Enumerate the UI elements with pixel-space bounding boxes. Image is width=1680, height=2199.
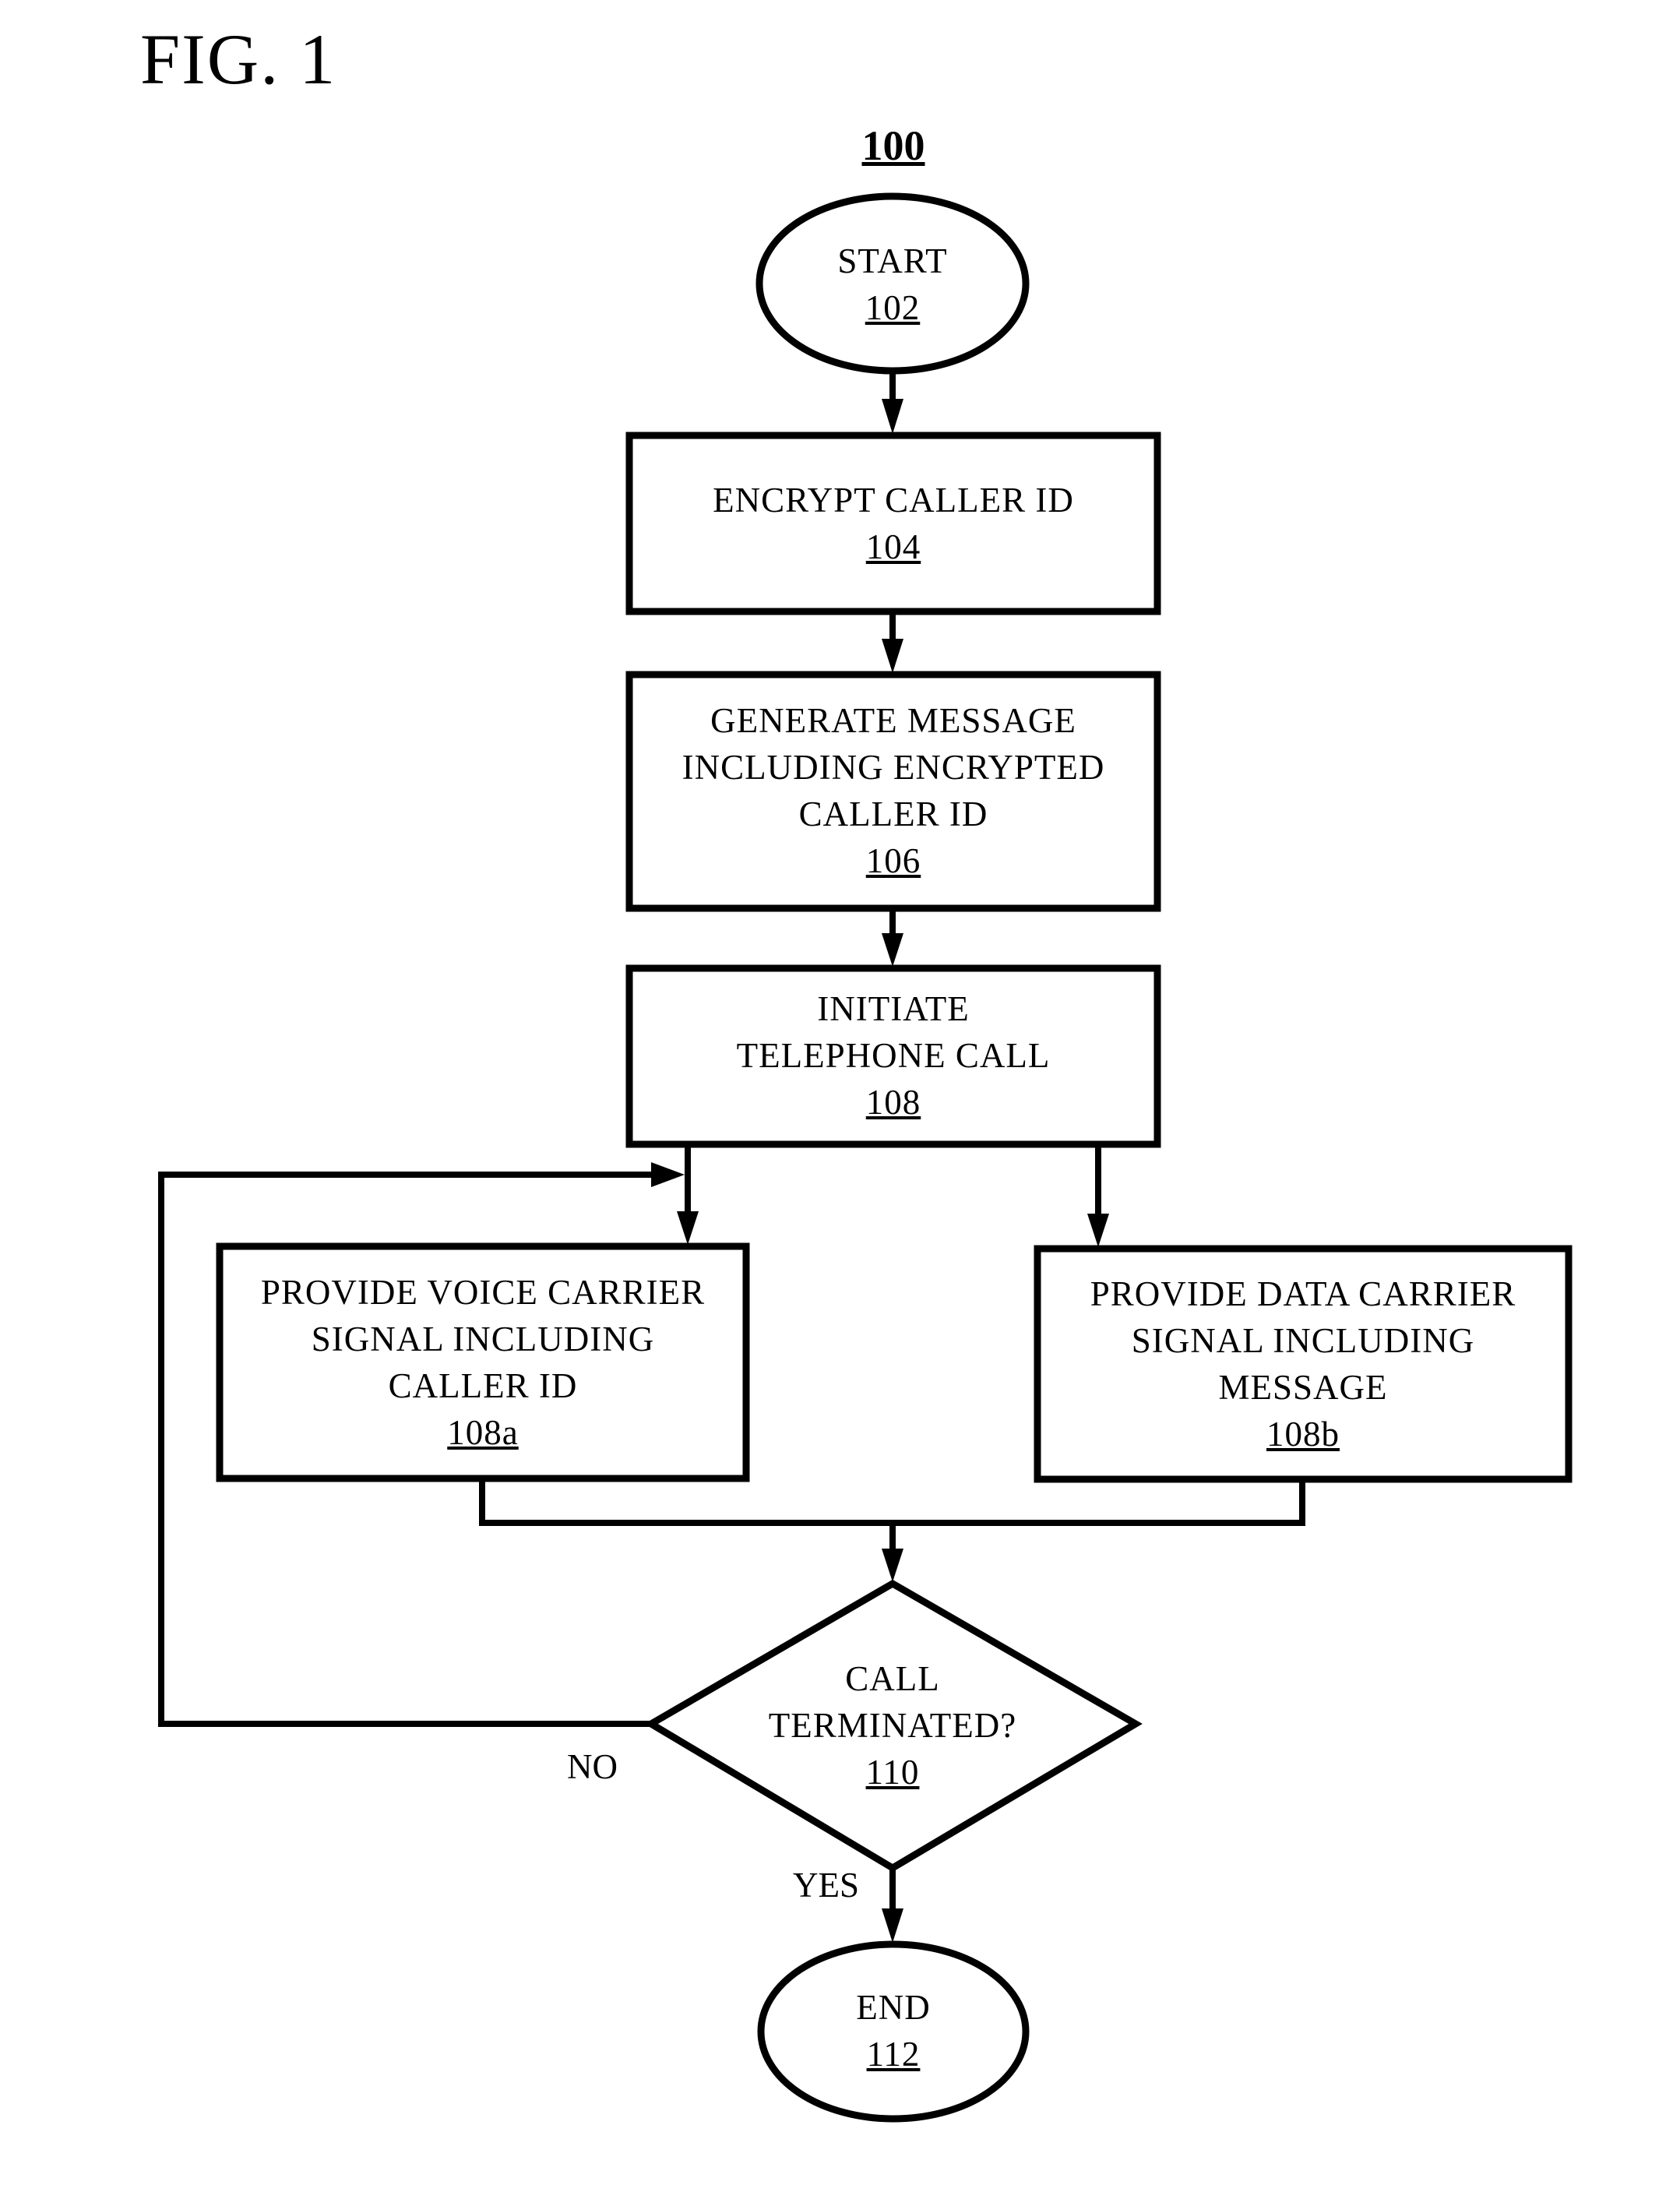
decision-node-label: CALL TERMINATED? 110 bbox=[729, 1655, 1056, 1795]
voice-node-label: PROVIDE VOICE CARRIER SIGNAL INCLUDING C… bbox=[223, 1269, 743, 1456]
arrowhead-icon bbox=[882, 399, 903, 434]
arrowhead-icon bbox=[1087, 1214, 1109, 1247]
initiate-text-line-2: TELEPHONE CALL bbox=[736, 1036, 1051, 1075]
arrowhead-icon bbox=[882, 1549, 903, 1582]
data-text-line-3: MESSAGE bbox=[1218, 1368, 1388, 1407]
generate-ref: 106 bbox=[865, 841, 921, 880]
voice-text-line-1: PROVIDE VOICE CARRIER bbox=[260, 1273, 706, 1312]
encrypt-text: ENCRYPT CALLER ID bbox=[713, 481, 1074, 520]
start-text: START bbox=[837, 241, 948, 280]
voice-ref: 108a bbox=[447, 1413, 519, 1452]
connector-voice-to-merge bbox=[479, 1478, 1305, 1526]
voice-text-line-3: CALLER ID bbox=[388, 1366, 578, 1405]
start-node-label: START 102 bbox=[760, 234, 1025, 335]
encrypt-node-label: ENCRYPT CALLER ID 104 bbox=[632, 477, 1154, 570]
end-node-label: END 112 bbox=[761, 1980, 1026, 2081]
figure-reference-number: 100 bbox=[861, 122, 925, 169]
initiate-ref: 108 bbox=[865, 1083, 921, 1122]
arrowhead-icon bbox=[882, 933, 903, 967]
arrowhead-icon bbox=[677, 1211, 699, 1245]
generate-node-label: GENERATE MESSAGE INCLUDING ENCRYPTED CAL… bbox=[632, 697, 1154, 884]
data-text-line-2: SIGNAL INCLUDING bbox=[1131, 1321, 1475, 1360]
start-ref: 102 bbox=[865, 288, 921, 327]
arrowhead-icon bbox=[882, 1908, 903, 1943]
data-ref: 108b bbox=[1266, 1415, 1340, 1454]
decision-text-line-1: CALL bbox=[845, 1659, 940, 1698]
decision-text-line-2: TERMINATED? bbox=[768, 1706, 1017, 1745]
voice-text-line-2: SIGNAL INCLUDING bbox=[311, 1320, 655, 1359]
encrypt-ref: 104 bbox=[865, 527, 921, 566]
generate-text-line-1: GENERATE MESSAGE bbox=[710, 701, 1076, 740]
yes-branch-label: YES bbox=[793, 1866, 860, 1905]
no-branch-label: NO bbox=[567, 1747, 618, 1786]
decision-ref: 110 bbox=[865, 1753, 920, 1792]
generate-text-line-3: CALLER ID bbox=[798, 795, 988, 833]
initiate-node-label: INITIATE TELEPHONE CALL 108 bbox=[632, 985, 1154, 1126]
arrowhead-icon bbox=[651, 1162, 685, 1187]
end-text: END bbox=[856, 1988, 931, 2027]
data-text-line-1: PROVIDE DATA CARRIER bbox=[1090, 1274, 1516, 1313]
arrowhead-icon bbox=[882, 639, 903, 673]
generate-text-line-2: INCLUDING ENCRYPTED bbox=[682, 748, 1105, 787]
end-ref: 112 bbox=[866, 2035, 921, 2074]
data-node-label: PROVIDE DATA CARRIER SIGNAL INCLUDING ME… bbox=[1041, 1270, 1566, 1457]
figure-title: FIG. 1 bbox=[140, 19, 337, 99]
initiate-text-line-1: INITIATE bbox=[817, 989, 970, 1028]
